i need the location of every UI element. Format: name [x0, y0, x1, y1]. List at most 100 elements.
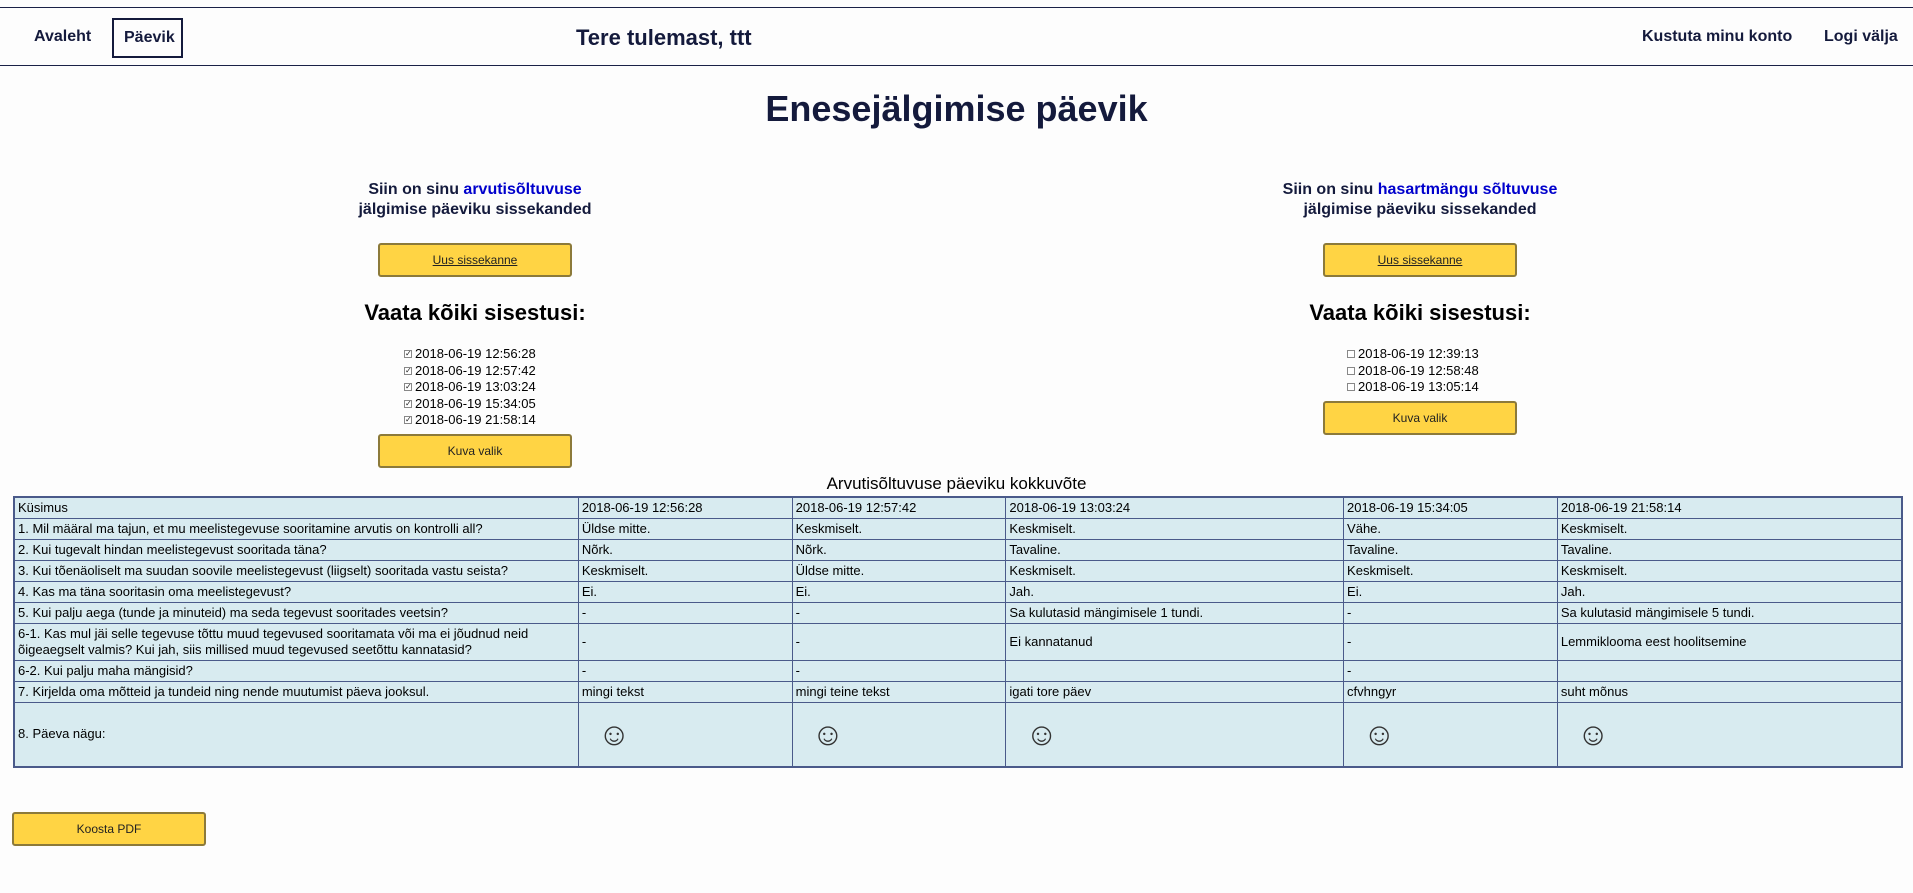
table-cell: Sa kulutasid mängimisele 1 tundi. — [1005, 602, 1345, 624]
table-cell: Tavaline. — [1556, 539, 1903, 561]
table-cell: Sa kulutasid mängimisele 5 tundi. — [1556, 602, 1903, 624]
gambling-entry-row[interactable]: 2018-06-19 13:05:14 — [1347, 379, 1479, 396]
table-cell: Lemmiklooma eest hoolitsemine — [1556, 623, 1903, 661]
nav-home-link[interactable]: Avaleht — [34, 28, 91, 46]
table-row: 3. Kui tõenäoliselt ma suudan soovile me… — [13, 560, 1903, 582]
computer-entry-row[interactable]: ✓ 2018-06-19 12:57:42 — [404, 363, 536, 380]
checkbox-unchecked[interactable] — [1347, 383, 1355, 392]
nav-diary-link[interactable]: Päevik — [124, 29, 175, 47]
table-cell: Keskmiselt. — [1556, 518, 1903, 540]
checkbox-checked[interactable]: ✓ — [404, 366, 412, 375]
table-cell: Keskmiselt. — [791, 518, 1007, 540]
intro-text-2: jälgimise päeviku sissekanded — [1303, 201, 1537, 218]
table-row: 4. Kas ma täna sooritasin oma meelistege… — [13, 581, 1903, 603]
table-header-cell: 2018-06-19 12:57:42 — [791, 496, 1007, 519]
smiley-face-icon: ☺ — [1363, 716, 1396, 753]
summary-table: Küsimus 2018-06-19 12:56:28 2018-06-19 12:… — [13, 496, 1903, 768]
show-selection-button-gambling[interactable]: Kuva valik — [1323, 401, 1517, 435]
table-cell: 7. Kirjelda oma mõtteid ja tundeid ning … — [13, 681, 579, 703]
table-row: 5. Kui palju aega (tunde ja minuteid) ma… — [13, 602, 1903, 624]
checkbox-checked[interactable]: ✓ — [404, 416, 412, 425]
entry-label: 2018-06-19 15:34:05 — [415, 395, 536, 411]
gambling-entry-row[interactable]: 2018-06-19 12:58:48 — [1347, 363, 1479, 380]
computer-addiction-section: Siin on sinu arvutisõltuvuse jälgimise p… — [265, 180, 685, 468]
table-cell: Nõrk. — [577, 539, 793, 561]
entry-label: 2018-06-19 21:58:14 — [415, 412, 536, 427]
show-selection-button-computer[interactable]: Kuva valik — [378, 434, 572, 468]
table-cell: Ei kannatanud — [1005, 623, 1345, 661]
top-nav: Avaleht Päevik Tere tulemast, ttt Kustut… — [0, 7, 1913, 66]
delete-account-link[interactable]: Kustuta minu konto — [1642, 28, 1792, 46]
gambling-entry-list: 2018-06-19 12:39:13 2018-06-19 12:58:48 20… — [1347, 346, 1479, 396]
table-cell: - — [577, 602, 793, 624]
table-cell: igati tore päev — [1005, 681, 1345, 703]
new-entry-link[interactable]: Uus sissekanne — [433, 253, 518, 267]
gambling-intro: Siin on sinu hasartmängu sõltuvuse jälgi… — [1210, 180, 1630, 220]
view-all-heading: Vaata kõiki sisestusi: — [364, 300, 586, 325]
table-header-row: Küsimus 2018-06-19 12:56:28 2018-06-19 12:… — [13, 496, 1903, 519]
checkbox-checked[interactable]: ✓ — [404, 399, 412, 408]
table-cell: 8. Päeva nägu: — [13, 702, 579, 767]
table-cell: Üldse mitte. — [577, 518, 793, 540]
table-cell: Ei. — [577, 581, 793, 603]
computer-entry-row[interactable]: ✓ 2018-06-19 21:58:14 — [404, 412, 536, 429]
table-row: 2. Kui tugevalt hindan meelistegevust so… — [13, 539, 1903, 561]
new-entry-button-gambling[interactable]: Uus sissekanne — [1323, 243, 1517, 277]
smiley-face-icon: ☺ — [1576, 716, 1610, 753]
new-entry-link[interactable]: Uus sissekanne — [1378, 253, 1463, 267]
gambling-addiction-section: Siin on sinu hasartmängu sõltuvuse jälgi… — [1210, 180, 1630, 435]
checkbox-unchecked[interactable] — [1347, 366, 1355, 375]
table-row: 1. Mil määral ma tajun, et mu meelistege… — [13, 518, 1903, 540]
entry-label: 2018-06-19 13:03:24 — [415, 379, 536, 394]
table-cell: 5. Kui palju aega (tunde ja minuteid) ma… — [13, 602, 579, 624]
computer-entry-row[interactable]: ✓ 2018-06-19 15:34:05 — [404, 396, 536, 413]
table-cell: Jah. — [1556, 581, 1903, 603]
checkbox-unchecked[interactable] — [1347, 350, 1355, 359]
table-cell: Nõrk. — [791, 539, 1007, 561]
intro-highlight: arvutisõltuvuse — [463, 181, 582, 198]
table-cell: ☺ — [1343, 702, 1558, 767]
gambling-entry-row[interactable]: 2018-06-19 12:39:13 — [1347, 346, 1479, 363]
new-entry-button-computer[interactable]: Uus sissekanne — [378, 243, 572, 277]
table-cell: ☺ — [577, 702, 793, 767]
welcome-title: Tere tulemast, ttt — [576, 25, 752, 50]
checkbox-checked[interactable]: ✓ — [404, 350, 412, 359]
checkbox-checked[interactable]: ✓ — [404, 383, 412, 392]
table-row: 7. Kirjelda oma mõtteid ja tundeid ning … — [13, 681, 1903, 703]
table-cell: Keskmiselt. — [1556, 560, 1903, 582]
entry-label: 2018-06-19 12:56:28 — [415, 346, 536, 361]
entry-label: 2018-06-19 12:39:13 — [1358, 346, 1479, 361]
table-cell: Vähe. — [1343, 518, 1558, 540]
table-cell: mingi teine tekst — [791, 681, 1007, 703]
table-cell: Keskmiselt. — [1005, 560, 1345, 582]
computer-entry-row[interactable]: ✓ 2018-06-19 13:03:24 — [404, 379, 536, 396]
create-pdf-button[interactable]: Koosta PDF — [12, 812, 206, 846]
table-row: 6-2. Kui palju maha mängisid? - - - — [13, 660, 1903, 682]
table-cell: ☺ — [1005, 702, 1345, 767]
table-cell: mingi tekst — [577, 681, 793, 703]
table-cell: Keskmiselt. — [1005, 518, 1345, 540]
table-header-cell: 2018-06-19 21:58:14 — [1556, 496, 1903, 519]
nav-diary-active-frame[interactable]: Päevik — [112, 18, 183, 58]
smiley-face-icon: ☺ — [597, 716, 631, 753]
table-cell: suht mõnus — [1556, 681, 1903, 703]
table-cell: Tavaline. — [1005, 539, 1345, 561]
entry-label: 2018-06-19 12:57:42 — [415, 362, 536, 378]
computer-entry-list: ✓ 2018-06-19 12:56:28 ✓ 2018-06-19 12:57:42… — [404, 346, 536, 429]
table-cell: Keskmiselt. — [1343, 560, 1558, 582]
entry-label: 2018-06-19 13:05:14 — [1358, 379, 1479, 394]
table-cell: - — [1343, 623, 1558, 661]
logout-link[interactable]: Logi välja — [1824, 28, 1898, 46]
summary-caption: Arvutisõltuvuse päeviku kokkuvõte — [826, 474, 1087, 493]
table-cell: Üldse mitte. — [791, 560, 1007, 582]
intro-text: Siin on sinu — [1282, 181, 1378, 198]
computer-entry-row[interactable]: ✓ 2018-06-19 12:56:28 — [404, 346, 536, 363]
smiley-face-icon: ☺ — [1025, 716, 1059, 753]
table-cell: Ei. — [791, 581, 1007, 603]
table-cell: Tavaline. — [1343, 539, 1558, 561]
table-row: 6-1. Kas mul jäi selle tegevuse tõttu mu… — [13, 623, 1903, 661]
table-cell: Keskmiselt. — [577, 560, 793, 582]
table-cell — [1556, 660, 1903, 682]
table-cell: ☺ — [791, 702, 1007, 767]
table-cell: - — [791, 623, 1007, 661]
